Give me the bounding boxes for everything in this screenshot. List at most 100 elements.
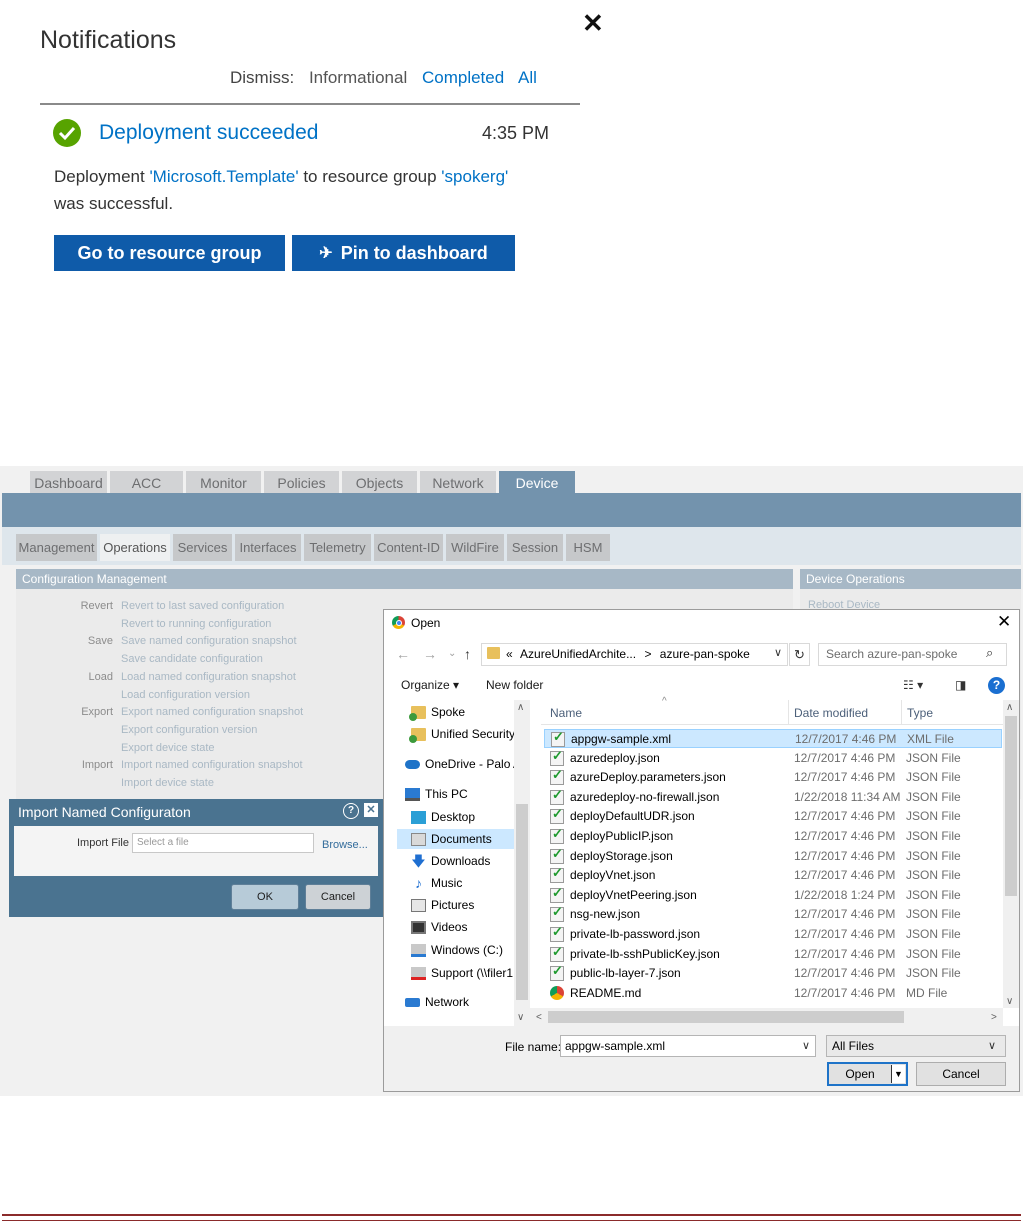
tree-scroll-thumb[interactable] xyxy=(516,804,528,1000)
close-icon[interactable]: ✕ xyxy=(997,612,1011,632)
file-row[interactable]: deployPublicIP.json 12/7/2017 4:46 PM JSON… xyxy=(544,826,1002,846)
dismiss-completed-link[interactable]: Completed xyxy=(422,68,504,87)
tree-item[interactable]: Documents xyxy=(397,829,514,849)
config-action-link[interactable]: Import device state xyxy=(121,777,214,789)
column-date-modified[interactable]: Date modified xyxy=(794,706,868,720)
file-row[interactable]: nsg-new.json 12/7/2017 4:46 PM JSON File xyxy=(544,904,1002,924)
up-arrow-icon[interactable]: ↑ xyxy=(464,646,471,662)
chevron-down-icon[interactable]: ∨ xyxy=(802,1039,810,1052)
file-row[interactable]: deployVnet.json 12/7/2017 4:46 PM JSON Fil… xyxy=(544,865,1002,885)
open-dropdown-icon[interactable]: ▼ xyxy=(891,1065,905,1083)
browse-link[interactable]: Browse... xyxy=(322,839,368,851)
recent-chevron-icon[interactable]: ⌄ xyxy=(448,648,456,659)
breadcrumb-item[interactable]: AzureUnifiedArchite... xyxy=(520,647,636,661)
tab-objects[interactable]: Objects xyxy=(342,471,417,494)
ok-button[interactable]: OK xyxy=(231,884,299,910)
subtab-hsm[interactable]: HSM xyxy=(566,534,610,561)
file-row[interactable]: azureDeploy.parameters.json 12/7/2017 4:4… xyxy=(544,767,1002,787)
config-action-link[interactable]: Save named configuration snapshot xyxy=(121,635,297,647)
subtab-session[interactable]: Session xyxy=(507,534,563,561)
notification-title-link[interactable]: Deployment succeeded xyxy=(99,121,318,145)
config-action-link[interactable]: Export device state xyxy=(121,742,215,754)
file-scroll-thumb[interactable] xyxy=(1005,716,1017,896)
dismiss-all-link[interactable]: All xyxy=(518,68,537,87)
scroll-up-icon[interactable]: ∧ xyxy=(517,702,524,713)
scroll-up-icon[interactable]: ∧ xyxy=(1006,702,1013,713)
tab-acc[interactable]: ACC xyxy=(110,471,183,494)
file-row[interactable]: deployVnetPeering.json 1/22/2018 1:24 PM J… xyxy=(544,885,1002,905)
file-row[interactable]: private-lb-password.json 12/7/2017 4:46 P… xyxy=(544,924,1002,944)
file-name-input[interactable]: appgw-sample.xml xyxy=(560,1035,816,1057)
refresh-icon[interactable]: ↻ xyxy=(789,643,810,666)
tree-item[interactable]: Spoke xyxy=(397,702,465,722)
pin-to-dashboard-button[interactable]: ✈ Pin to dashboard xyxy=(292,235,515,271)
file-row[interactable]: azuredeploy-no-firewall.json 1/22/2018 11… xyxy=(544,787,1002,807)
tree-item[interactable]: OneDrive - Palo A xyxy=(397,754,514,774)
tree-item[interactable]: 🡇 Downloads xyxy=(397,851,490,871)
view-options-icon[interactable]: ☷ ▾ xyxy=(903,678,923,692)
help-icon[interactable]: ? xyxy=(988,677,1005,694)
address-overflow[interactable]: « xyxy=(506,647,513,661)
search-icon[interactable]: ⌕ xyxy=(986,645,993,661)
subtab-interfaces[interactable]: Interfaces xyxy=(235,534,301,561)
config-action-link[interactable]: Export configuration version xyxy=(121,724,257,736)
template-link[interactable]: 'Microsoft.Template' xyxy=(149,167,298,186)
tab-network[interactable]: Network xyxy=(420,471,496,494)
open-button[interactable]: Open ▼ xyxy=(827,1062,908,1086)
new-folder-button[interactable]: New folder xyxy=(486,678,543,692)
cancel-button[interactable]: Cancel xyxy=(916,1062,1006,1086)
tree-item[interactable]: This PC xyxy=(397,784,468,804)
subtab-wildfire[interactable]: WildFire xyxy=(446,534,504,561)
file-row[interactable]: private-lb-sshPublicKey.json 12/7/2017 4:… xyxy=(544,944,1002,964)
tree-item[interactable]: Desktop xyxy=(397,807,475,827)
search-input[interactable]: Search azure-pan-spoke xyxy=(826,647,957,661)
file-type-select[interactable]: All Files xyxy=(826,1035,1006,1057)
tree-item[interactable]: Unified Security xyxy=(397,724,514,744)
config-action-link[interactable]: Revert to running configuration xyxy=(121,618,271,630)
config-action-link[interactable]: Save candidate configuration xyxy=(121,653,263,665)
column-divider[interactable] xyxy=(901,700,902,724)
config-action-link[interactable]: Import named configuration snapshot xyxy=(121,759,303,771)
preview-pane-icon[interactable]: ◨ xyxy=(955,678,966,692)
file-row[interactable]: public-lb-layer-7.json 12/7/2017 4:46 PM J… xyxy=(544,963,1002,983)
tree-item[interactable]: Pictures xyxy=(397,895,474,915)
column-type[interactable]: Type xyxy=(907,706,933,720)
tree-item[interactable]: Videos xyxy=(397,917,467,937)
tab-dashboard[interactable]: Dashboard xyxy=(30,471,107,494)
tree-item[interactable]: Network xyxy=(397,992,469,1012)
breadcrumb-item[interactable]: azure-pan-spoke xyxy=(660,647,750,661)
scroll-left-icon[interactable]: < xyxy=(536,1012,542,1023)
organize-menu[interactable]: Organize ▾ xyxy=(401,678,459,692)
tree-item[interactable]: Support (\\filer1 xyxy=(397,963,513,983)
file-row[interactable]: README.md 12/7/2017 4:46 PM MD File xyxy=(544,984,1002,1003)
back-arrow-icon[interactable]: ← xyxy=(396,646,410,662)
dismiss-informational-link[interactable]: Informational xyxy=(309,68,407,87)
tab-device[interactable]: Device xyxy=(499,471,575,494)
tab-monitor[interactable]: Monitor xyxy=(186,471,261,494)
config-action-link[interactable]: Load named configuration snapshot xyxy=(121,671,296,683)
config-action-link[interactable]: Export named configuration snapshot xyxy=(121,706,303,718)
forward-arrow-icon[interactable]: → xyxy=(423,646,437,662)
subtab-content-id[interactable]: Content-ID xyxy=(374,534,443,561)
config-action-link[interactable]: Load configuration version xyxy=(121,689,250,701)
resource-group-link[interactable]: 'spokerg' xyxy=(441,167,508,186)
file-row[interactable]: deployDefaultUDR.json 12/7/2017 4:46 PM JS… xyxy=(544,806,1002,826)
subtab-operations[interactable]: Operations xyxy=(100,534,170,561)
tree-item[interactable]: Windows (C:) xyxy=(397,940,503,960)
file-row[interactable]: deployStorage.json 12/7/2017 4:46 PM JSON … xyxy=(544,846,1002,866)
file-row[interactable]: azuredeploy.json 12/7/2017 4:46 PM JSON Fi… xyxy=(544,748,1002,768)
scroll-down-icon[interactable]: ∨ xyxy=(517,1012,524,1023)
scroll-down-icon[interactable]: ∨ xyxy=(1006,996,1013,1007)
import-file-input[interactable]: Select a file xyxy=(132,833,314,853)
chevron-down-icon[interactable]: ∨ xyxy=(988,1039,996,1052)
file-row[interactable]: appgw-sample.xml 12/7/2017 4:46 PM XML Fil… xyxy=(544,729,1002,748)
column-divider[interactable] xyxy=(788,700,789,724)
tree-item[interactable]: ♪ Music xyxy=(397,873,462,893)
help-icon[interactable]: ? xyxy=(343,803,359,819)
subtab-management[interactable]: Management xyxy=(16,534,97,561)
cancel-button[interactable]: Cancel xyxy=(305,884,371,910)
subtab-services[interactable]: Services xyxy=(173,534,232,561)
chevron-down-icon[interactable]: ∨ xyxy=(774,646,782,659)
close-icon[interactable]: ✕ xyxy=(582,8,604,39)
go-to-resource-group-button[interactable]: Go to resource group xyxy=(54,235,285,271)
